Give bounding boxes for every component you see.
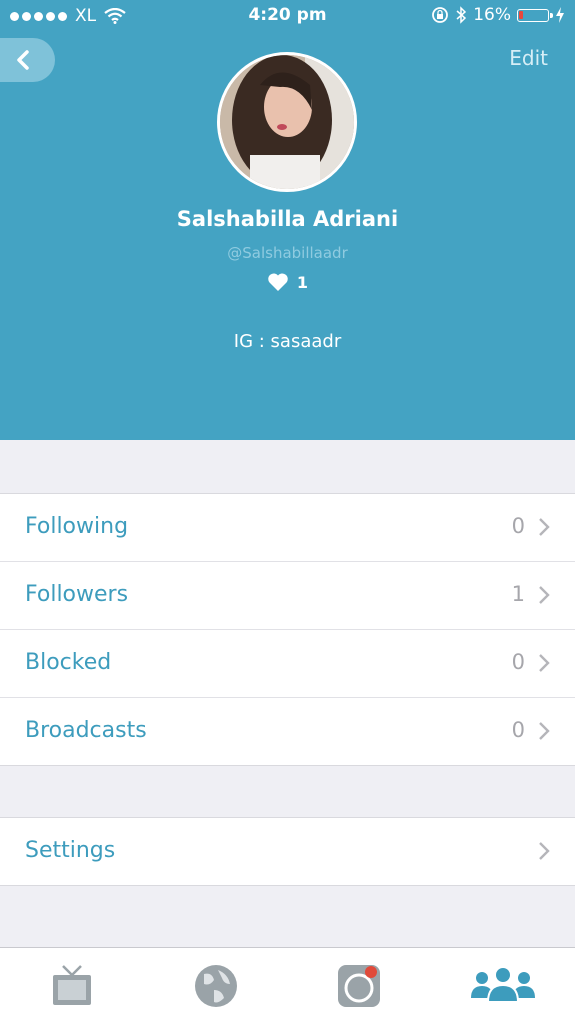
edit-button[interactable]: Edit	[509, 46, 548, 70]
tv-icon	[53, 965, 91, 1005]
charging-icon	[556, 7, 564, 23]
globe-icon	[195, 965, 237, 1007]
people-icon	[471, 966, 535, 1003]
row-count: 0	[511, 650, 525, 674]
tab-broadcast[interactable]	[335, 962, 383, 1010]
row-blocked[interactable]: Blocked 0	[0, 630, 575, 698]
likes-count: 1	[0, 272, 575, 292]
row-label: Settings	[25, 838, 116, 863]
battery-icon	[517, 8, 553, 22]
row-broadcasts[interactable]: Broadcasts 0	[0, 698, 575, 765]
profile-handle: @Salshabillaadr	[227, 244, 348, 262]
avatar-photo	[220, 55, 354, 189]
stats-list: Following 0 Followers 1 Blocked 0 Broadc…	[0, 493, 575, 766]
avatar[interactable]	[217, 52, 357, 192]
row-followers[interactable]: Followers 1	[0, 562, 575, 630]
broadcast-icon	[338, 965, 380, 1007]
row-label: Followers	[25, 582, 129, 607]
heart-icon	[268, 273, 288, 291]
bluetooth-icon	[456, 6, 467, 24]
row-count: 0	[511, 514, 525, 538]
rotation-lock-icon	[432, 7, 449, 23]
chevron-right-icon	[539, 722, 550, 740]
row-label: Following	[25, 514, 129, 539]
tab-globe[interactable]	[192, 962, 240, 1010]
chevron-right-icon	[539, 842, 550, 860]
settings-list: Settings	[0, 817, 575, 886]
chevron-right-icon	[539, 518, 550, 536]
profile-name: Salshabilla Adriani	[176, 207, 399, 231]
battery-percent: 16%	[473, 5, 511, 25]
chevron-right-icon	[539, 654, 550, 672]
likes-value: 1	[296, 272, 309, 292]
profile-bio: IG : sasaadr	[233, 331, 342, 352]
row-count: 1	[511, 582, 525, 606]
profile-header: XL 4:20 pm 16% Edit Salshabilla Adriani …	[0, 0, 575, 440]
row-count: 0	[511, 718, 525, 742]
row-settings[interactable]: Settings	[0, 818, 575, 885]
chevron-left-icon	[17, 50, 29, 70]
tab-people[interactable]	[468, 962, 538, 1010]
tab-bar	[0, 947, 575, 1025]
row-label: Broadcasts	[25, 718, 147, 743]
row-following[interactable]: Following 0	[0, 494, 575, 562]
chevron-right-icon	[539, 586, 550, 604]
row-label: Blocked	[25, 650, 112, 675]
back-button[interactable]	[0, 38, 55, 82]
status-bar: XL 4:20 pm 16%	[0, 0, 575, 32]
tab-tv[interactable]	[48, 962, 96, 1010]
